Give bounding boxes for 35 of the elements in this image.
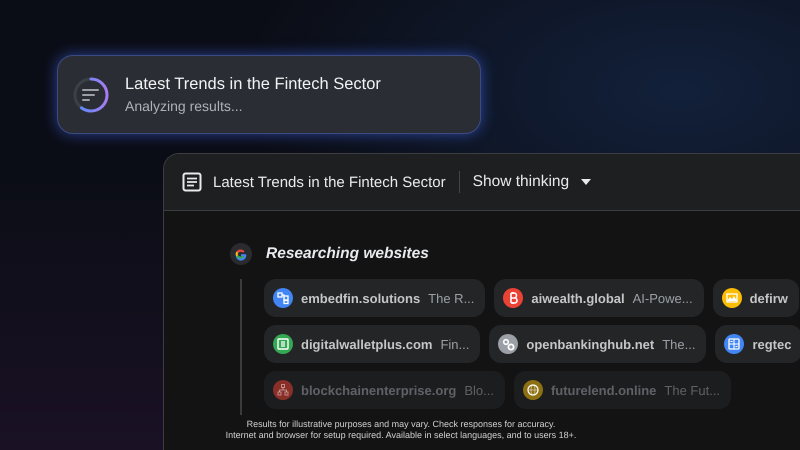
panel-title: Latest Trends in the Fintech Sector	[213, 174, 446, 190]
site-snippet: The R...	[428, 290, 474, 306]
source-chip[interactable]: digitalwalletplus.com Fin...	[264, 325, 480, 363]
source-chip[interactable]: aiwealth.global AI-Powe...	[494, 279, 704, 317]
site-snippet: AI-Powe...	[632, 290, 693, 306]
site-domain: openbankinghub.net	[526, 336, 654, 352]
show-thinking-button[interactable]: Show thinking	[472, 173, 592, 191]
site-domain: regtec	[752, 336, 792, 352]
site-snippet: Blo...	[464, 382, 494, 398]
site-domain: digitalwalletplus.com	[301, 336, 432, 352]
step-title: Researching websites	[266, 245, 429, 263]
source-chip[interactable]: defirw	[712, 279, 799, 317]
source-chip[interactable]: regtec	[715, 325, 800, 363]
source-chip[interactable]: openbankinghub.net The...	[489, 325, 706, 363]
document-icon	[182, 172, 202, 192]
site-domain: blockchainenterprise.org	[301, 382, 456, 398]
site-snippet: The...	[662, 336, 696, 352]
globe-icon	[522, 380, 543, 400]
disclaimer-text: Internet and browser for setup required. Available in select languages, and to users 18+.	[226, 430, 576, 441]
site-snippet: The Fut...	[664, 382, 720, 398]
site-domain: futurelend.online	[550, 382, 656, 398]
network-icon	[273, 288, 293, 308]
card-title: Latest Trends in the Fintech Sector	[125, 75, 381, 94]
site-snippet: Fin...	[440, 336, 470, 352]
bitcoin-icon	[503, 288, 524, 308]
google-logo-icon	[230, 243, 252, 265]
site-domain: aiwealth.global	[531, 290, 625, 306]
progress-ring-icon	[71, 74, 111, 114]
status-text: Analyzing results...	[125, 98, 244, 114]
site-domain: embedfin.solutions	[301, 290, 420, 306]
hierarchy-icon	[273, 380, 293, 400]
disclaimer-text: Results for illustrative purposes and may vary. Check responses for accuracy.	[246, 419, 556, 430]
caret-icon	[581, 179, 592, 185]
site-domain: defirw	[750, 290, 788, 306]
source-chip[interactable]: embedfin.solutions The R...	[264, 279, 486, 317]
